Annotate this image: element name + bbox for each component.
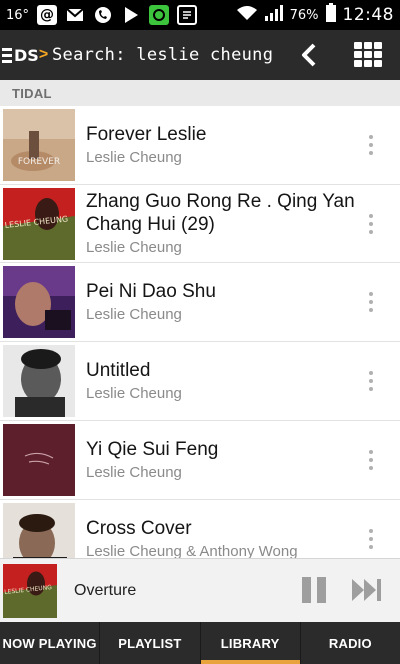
list-item[interactable]: Pei Ni Dao Shu Leslie Cheung bbox=[0, 263, 400, 342]
bottom-tabs: NOW PLAYING PLAYLIST LIBRARY RADIO bbox=[0, 622, 400, 664]
gmail-icon bbox=[65, 5, 85, 25]
more-options-icon[interactable] bbox=[368, 450, 374, 470]
logo-arrow-icon: > bbox=[38, 46, 49, 63]
album-art bbox=[3, 266, 75, 338]
more-options-icon[interactable] bbox=[368, 529, 374, 549]
skip-next-button[interactable] bbox=[350, 577, 384, 603]
logo-text: DS bbox=[14, 45, 39, 65]
play-store-icon bbox=[121, 5, 141, 25]
track-artist: Leslie Cheung bbox=[86, 463, 182, 481]
more-options-icon[interactable] bbox=[368, 213, 374, 234]
track-artist: Leslie Cheung bbox=[86, 148, 182, 166]
track-title: Pei Ni Dao Shu bbox=[86, 280, 216, 302]
track-artist: Leslie Cheung bbox=[86, 384, 182, 402]
clock: 12:48 bbox=[342, 5, 394, 25]
album-art bbox=[3, 424, 75, 496]
track-title: Untitled bbox=[86, 359, 151, 381]
track-artist: Leslie Cheung & Anthony Wong bbox=[86, 542, 298, 559]
list-item[interactable]: FOREVER Forever Leslie Leslie Cheung bbox=[0, 106, 400, 185]
battery-level: 76% bbox=[289, 7, 319, 23]
tab-radio[interactable]: RADIO bbox=[301, 622, 400, 664]
app-bar: DS > Search: leslie cheung bbox=[0, 30, 400, 80]
app-icon-green bbox=[149, 5, 170, 25]
more-options-icon[interactable] bbox=[368, 371, 374, 391]
section-header-tidal: TIDAL bbox=[0, 80, 400, 106]
album-art bbox=[3, 345, 75, 417]
now-playing-bar[interactable]: LESLIE CHEUNG Overture bbox=[0, 558, 400, 622]
album-art bbox=[3, 503, 75, 558]
chevron-left-icon bbox=[302, 43, 316, 67]
list-item[interactable]: Cross Cover Leslie Cheung & Anthony Wong bbox=[0, 500, 400, 558]
tab-playlist[interactable]: PLAYLIST bbox=[100, 622, 201, 664]
app-menu-logo[interactable]: DS > bbox=[0, 46, 52, 65]
track-artist: Leslie Cheung bbox=[86, 238, 182, 256]
app-icon-box bbox=[177, 5, 198, 25]
status-bar: 16° @ 76% 12:48 bbox=[0, 0, 400, 30]
phone-icon bbox=[93, 5, 113, 25]
track-title: Zhang Guo Rong Re . Qing Yan Chang Hui (… bbox=[86, 190, 355, 235]
page-title: Search: leslie cheung bbox=[52, 45, 274, 65]
album-art: FOREVER bbox=[3, 109, 75, 181]
battery-icon bbox=[325, 3, 337, 27]
track-title: Forever Leslie bbox=[86, 123, 207, 145]
menu-icon bbox=[2, 47, 12, 63]
track-title: Cross Cover bbox=[86, 517, 192, 539]
results-list: FOREVER Forever Leslie Leslie Cheung LES… bbox=[0, 106, 400, 558]
track-artist: Leslie Cheung bbox=[86, 305, 182, 323]
email-icon: @ bbox=[37, 5, 58, 25]
tab-now-playing[interactable]: NOW PLAYING bbox=[0, 622, 101, 664]
list-item[interactable]: LESLIE CHEUNG Zhang Guo Rong Re . Qing Y… bbox=[0, 185, 400, 263]
album-art: LESLIE CHEUNG bbox=[3, 188, 75, 260]
pause-button[interactable] bbox=[302, 577, 326, 603]
album-art-text: FOREVER bbox=[18, 157, 60, 167]
more-options-icon[interactable] bbox=[368, 135, 374, 155]
list-item[interactable]: Untitled Leslie Cheung bbox=[0, 342, 400, 421]
now-playing-track: Overture bbox=[74, 582, 137, 599]
back-button[interactable] bbox=[296, 42, 322, 68]
skip-next-icon bbox=[352, 579, 381, 601]
more-options-icon[interactable] bbox=[368, 292, 374, 312]
grid-view-button[interactable] bbox=[354, 42, 382, 68]
now-playing-album-art: LESLIE CHEUNG bbox=[3, 564, 57, 618]
signal-icon bbox=[264, 4, 284, 26]
list-item[interactable]: Yi Qie Sui Feng Leslie Cheung bbox=[0, 421, 400, 500]
track-title: Yi Qie Sui Feng bbox=[86, 438, 219, 460]
wifi-icon bbox=[236, 5, 258, 25]
tab-library[interactable]: LIBRARY bbox=[200, 622, 301, 664]
temperature: 16° bbox=[6, 7, 30, 23]
